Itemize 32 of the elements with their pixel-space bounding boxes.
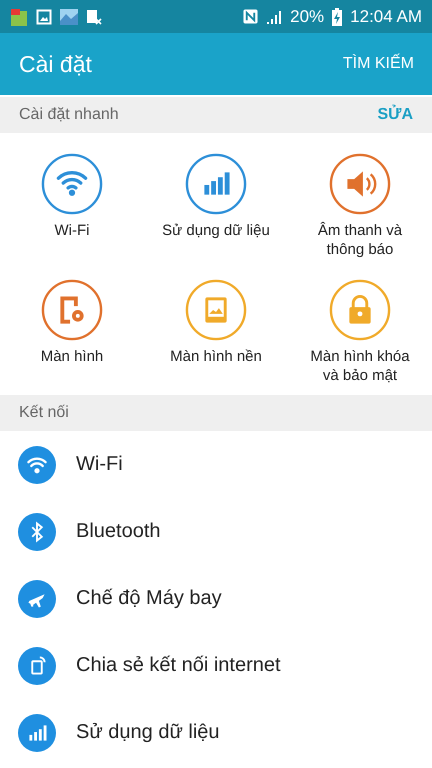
screen-title: Cài đặt bbox=[19, 50, 92, 78]
display-settings-icon[interactable] bbox=[41, 279, 103, 341]
setting-item[interactable]: Sử dụng dữ liệu bbox=[76, 721, 220, 744]
battery-percent: 20% bbox=[290, 6, 324, 26]
section-header: Cài đặt nhanh bbox=[19, 106, 119, 124]
phone-share-icon bbox=[18, 646, 56, 684]
image-icon bbox=[60, 8, 78, 24]
tile-label: Wi-Fi bbox=[54, 221, 90, 240]
setting-item[interactable]: Wi-Fi bbox=[76, 453, 123, 476]
wifi-icon[interactable] bbox=[41, 153, 103, 215]
image-icon[interactable] bbox=[185, 279, 247, 341]
tile-label: Màn hình nền bbox=[170, 347, 262, 366]
tile-label: Sử dụng dữ liệu bbox=[162, 221, 270, 240]
battery-charging-icon bbox=[332, 8, 342, 26]
gallery-icon bbox=[36, 8, 52, 24]
signal-icon bbox=[266, 8, 282, 24]
tile-label: Màn hình khóa và bảo mật bbox=[309, 347, 411, 385]
bar-chart-icon[interactable] bbox=[185, 153, 247, 215]
clock: 12:04 AM bbox=[350, 6, 422, 26]
tile-label: Màn hình bbox=[40, 347, 104, 366]
speaker-icon[interactable] bbox=[329, 153, 391, 215]
setting-item[interactable]: Bluetooth bbox=[76, 520, 161, 543]
bluetooth-icon bbox=[18, 512, 56, 550]
lock-icon[interactable] bbox=[329, 279, 391, 341]
setting-item[interactable]: Chia sẻ kết nối internet bbox=[76, 654, 281, 677]
bar-chart-icon bbox=[18, 714, 56, 752]
airplane-icon bbox=[18, 580, 56, 618]
tile-label: Âm thanh và thông báo bbox=[316, 221, 404, 259]
setting-item[interactable]: Chế độ Máy bay bbox=[76, 587, 222, 610]
wifi-icon bbox=[18, 446, 56, 484]
nfc-icon bbox=[243, 9, 258, 24]
section-header: Kết nối bbox=[19, 404, 69, 422]
